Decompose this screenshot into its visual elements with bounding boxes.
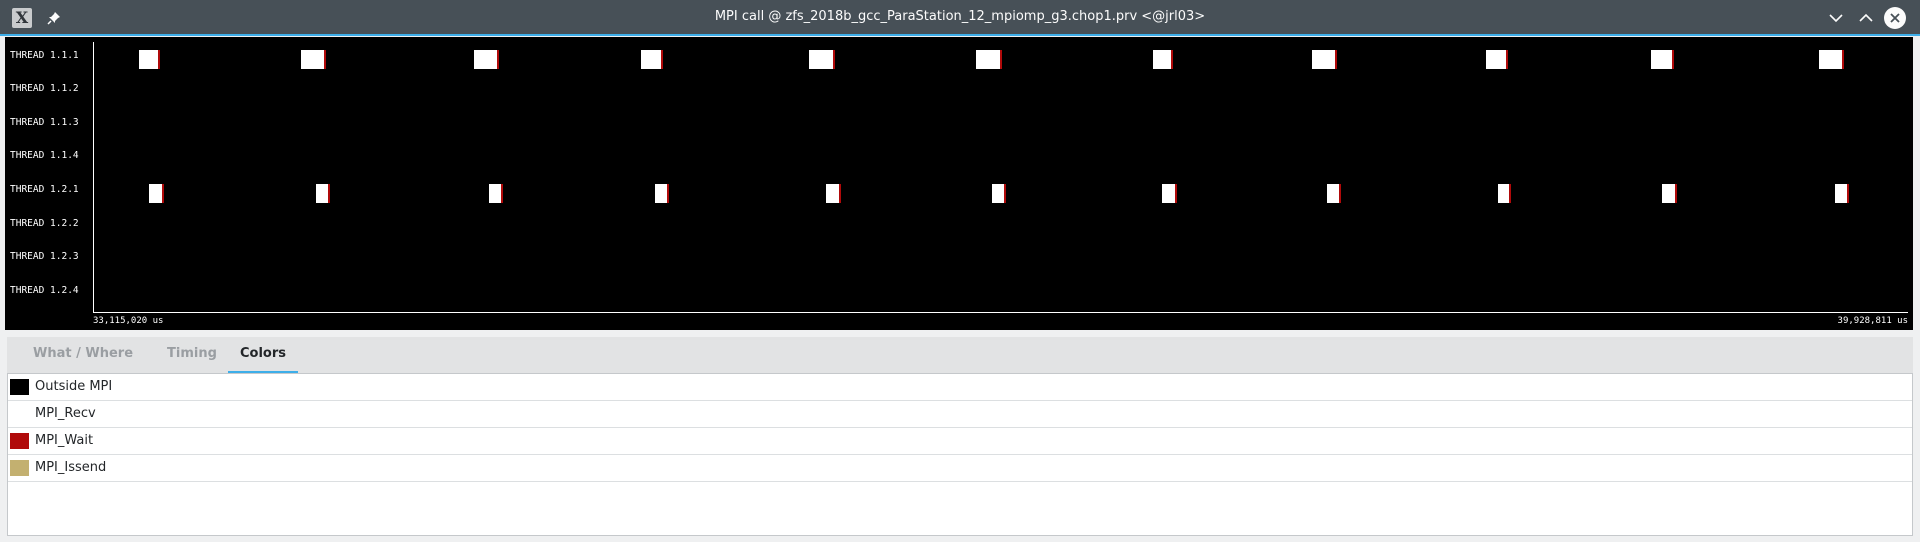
mpi-event-block[interactable] (316, 184, 330, 203)
minimize-button[interactable] (1825, 7, 1847, 29)
color-swatch (10, 406, 29, 422)
color-swatch (10, 433, 29, 449)
thread-label: THREAD 1.2.1 (10, 184, 79, 195)
mpi-event-block[interactable] (1162, 184, 1177, 203)
thread-label: THREAD 1.1.1 (10, 50, 79, 61)
tab-colors[interactable]: Colors (228, 337, 298, 373)
window-title: MPI call @ zfs_2018b_gcc_ParaStation_12_… (714, 9, 1206, 24)
thread-label: THREAD 1.1.4 (10, 150, 79, 161)
pin-icon[interactable] (44, 8, 64, 28)
timeline-canvas[interactable]: THREAD 1.1.1 THREAD 1.1.2 THREAD 1.1.3 T… (5, 37, 1913, 330)
mpi-event-block[interactable] (809, 50, 835, 69)
color-swatch (10, 379, 29, 395)
chevron-down-icon (1829, 14, 1843, 23)
tab-timing[interactable]: Timing (149, 337, 235, 373)
axis-start-label: 33,115,020 us (93, 316, 164, 326)
legend-label: MPI_Recv (35, 406, 96, 421)
mpi-event-block[interactable] (992, 184, 1006, 203)
close-button[interactable] (1884, 7, 1906, 29)
thread-label: THREAD 1.1.3 (10, 117, 79, 128)
thread-label: THREAD 1.2.2 (10, 218, 79, 229)
legend-label: MPI_Issend (35, 460, 107, 475)
x-app-icon[interactable]: X (12, 8, 32, 28)
mpi-event-block[interactable] (1498, 184, 1511, 203)
mpi-event-block[interactable] (139, 50, 160, 69)
mpi-event-block[interactable] (641, 50, 663, 69)
legend-item[interactable]: MPI_Recv (8, 401, 1912, 428)
axis-end-label: 39,928,811 us (1837, 316, 1908, 326)
mpi-event-block[interactable] (655, 184, 669, 203)
maximize-button[interactable] (1855, 7, 1877, 29)
thread-label: THREAD 1.1.2 (10, 83, 79, 94)
x-axis-line (93, 312, 1908, 313)
thread-label: THREAD 1.2.4 (10, 285, 79, 296)
tab-bar: What / Where Timing Colors (7, 337, 1913, 373)
legend-item[interactable]: MPI_Issend (8, 455, 1912, 482)
mpi-event-block[interactable] (1327, 184, 1341, 203)
thread-label: THREAD 1.2.3 (10, 251, 79, 262)
tab-what-where[interactable]: What / Where (17, 337, 149, 373)
mpi-event-block[interactable] (474, 50, 499, 69)
color-swatch (10, 460, 29, 476)
mpi-event-block[interactable] (489, 184, 503, 203)
mpi-event-block[interactable] (1486, 50, 1508, 69)
y-axis-line (93, 42, 94, 313)
chevron-up-icon (1859, 13, 1873, 22)
mpi-event-block[interactable] (976, 50, 1002, 69)
legend-label: Outside MPI (35, 379, 113, 394)
mpi-event-block[interactable] (1312, 50, 1337, 69)
close-icon (1890, 13, 1900, 23)
title-bar: X MPI call @ zfs_2018b_gcc_ParaStation_1… (0, 0, 1920, 36)
mpi-event-block[interactable] (1651, 50, 1674, 69)
mpi-event-block[interactable] (826, 184, 841, 203)
mpi-event-block[interactable] (1819, 50, 1844, 69)
mpi-event-block[interactable] (1662, 184, 1677, 203)
mpi-event-block[interactable] (1835, 184, 1849, 203)
mpi-event-block[interactable] (149, 184, 164, 203)
legend-item[interactable]: Outside MPI (8, 374, 1912, 401)
legend-item[interactable]: MPI_Wait (8, 428, 1912, 455)
mpi-event-block[interactable] (1153, 50, 1173, 69)
legend-label: MPI_Wait (35, 433, 94, 448)
color-legend-list: Outside MPI MPI_Recv MPI_Wait MPI_Issend (7, 373, 1913, 536)
mpi-event-block[interactable] (301, 50, 326, 69)
